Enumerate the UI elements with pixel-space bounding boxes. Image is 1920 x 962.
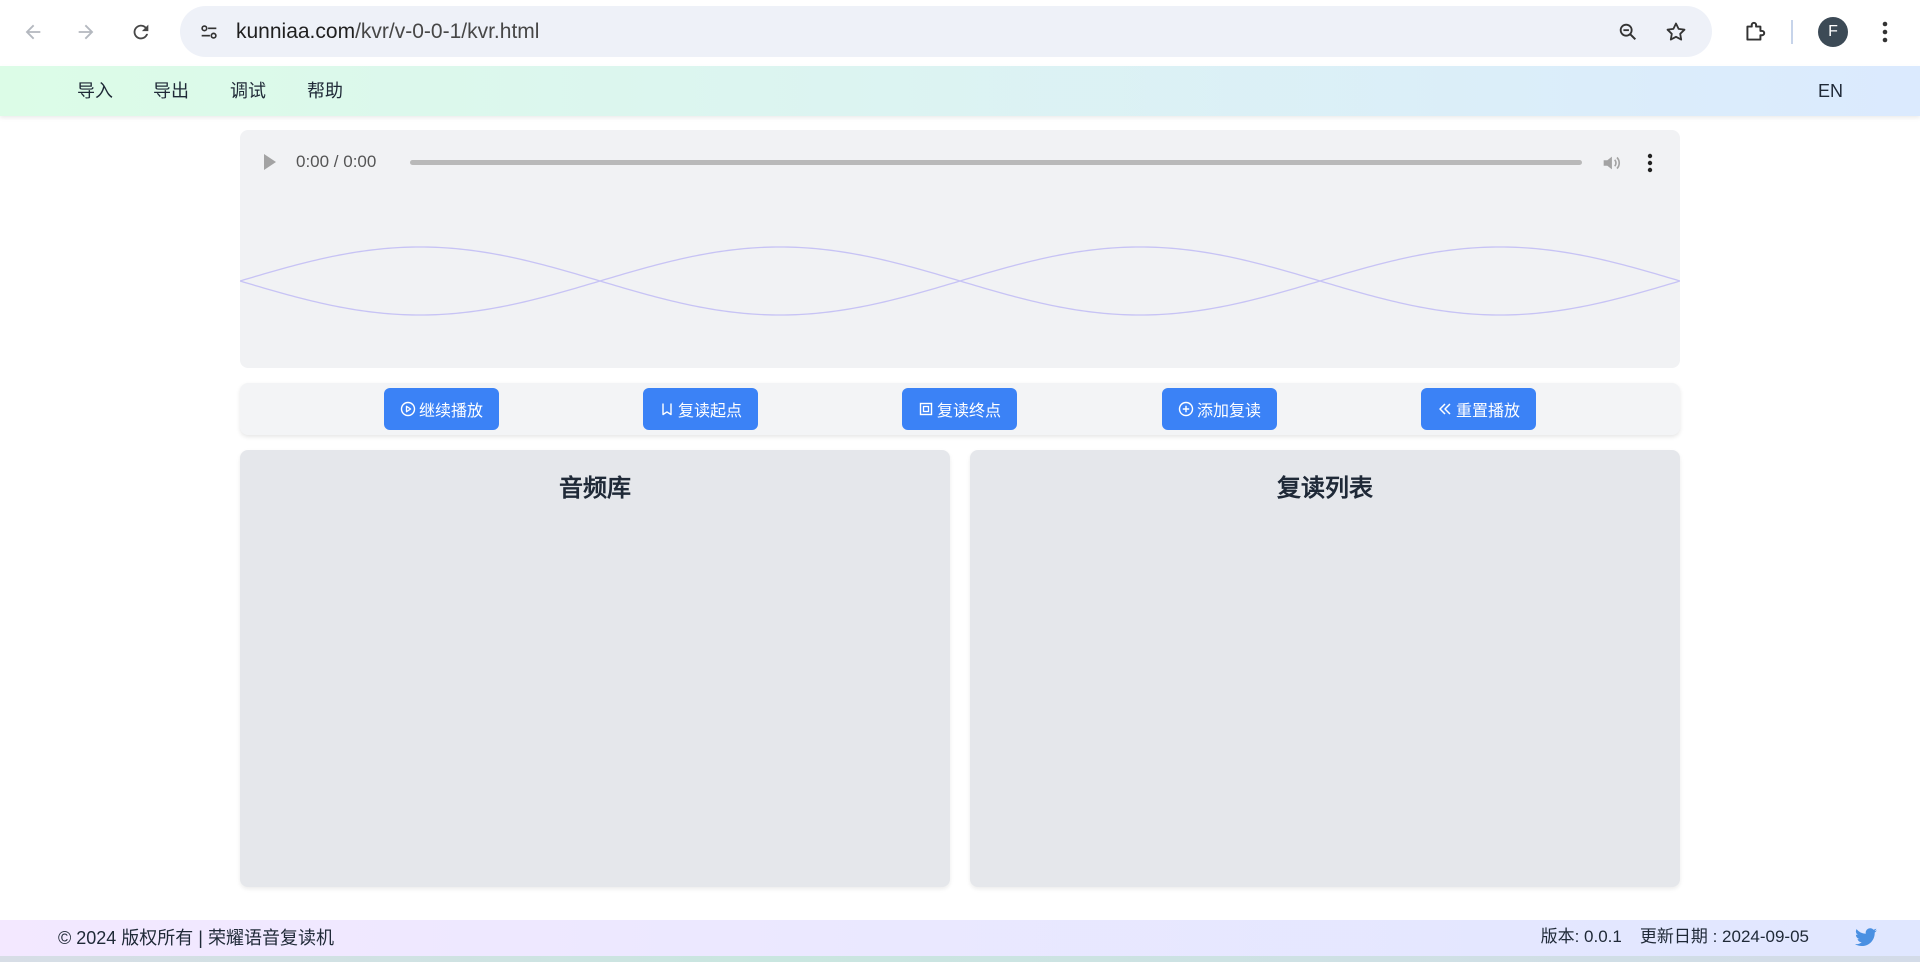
url-text[interactable]: kunniaa.com/kvr/v-0-0-1/kvr.html	[236, 6, 539, 57]
site-settings-icon[interactable]	[196, 19, 222, 45]
update-date-text: 更新日期 : 2024-09-05	[1639, 927, 1809, 946]
audio-library-panel: 音频库	[240, 450, 950, 887]
url-path: /kvr/v-0-0-1/kvr.html	[355, 20, 540, 43]
menu-export[interactable]: 导出	[153, 66, 189, 116]
reload-button[interactable]	[122, 13, 160, 51]
taskbar-strip	[0, 956, 1920, 962]
repeat-start-label: 复读起点	[677, 403, 742, 420]
browser-menu-button[interactable]	[1870, 13, 1900, 51]
repeat-start-button[interactable]: 复读起点	[643, 388, 758, 430]
rewind-icon	[1439, 403, 1451, 415]
add-repeat-button[interactable]: 添加复读	[1162, 388, 1277, 430]
repeat-list-title: 复读列表	[1277, 475, 1373, 502]
copyright-text: © 2024 版权所有 | 荣耀语音复读机	[58, 928, 334, 948]
page-footer: © 2024 版权所有 | 荣耀语音复读机 版本: 0.0.1 更新日期 : 20…	[0, 920, 1920, 956]
bookmark-star-icon[interactable]	[1662, 18, 1690, 46]
toolbar-divider	[1791, 20, 1793, 44]
app-menubar: 导入 导出 调试 帮助 EN	[0, 66, 1920, 116]
twitter-icon[interactable]	[1854, 928, 1878, 948]
profile-avatar[interactable]: F	[1818, 17, 1848, 47]
stop-square-icon	[919, 402, 933, 416]
version-text: 版本: 0.0.1	[1540, 927, 1622, 946]
audio-library-title: 音频库	[559, 475, 631, 502]
back-button[interactable]	[14, 13, 52, 51]
reset-play-label: 重置播放	[1455, 403, 1520, 420]
extensions-icon	[1746, 21, 1766, 41]
repeat-end-label: 复读终点	[936, 403, 1001, 420]
repeat-end-button[interactable]: 复读终点	[902, 388, 1017, 430]
footer-meta: 版本: 0.0.1 更新日期 : 2024-09-05	[1541, 920, 1809, 954]
forward-arrow-icon	[78, 24, 94, 40]
menu-help[interactable]: 帮助	[307, 66, 343, 116]
extensions-button[interactable]	[1736, 13, 1774, 51]
url-host: kunniaa.com	[236, 20, 356, 43]
menu-import[interactable]: 导入	[77, 66, 113, 116]
continue-play-button[interactable]: 继续播放	[384, 388, 499, 430]
zoom-icon[interactable]	[1614, 18, 1642, 46]
player-panel: 0:00 / 0:00	[240, 130, 1680, 368]
menu-debug[interactable]: 调试	[230, 66, 266, 116]
language-toggle[interactable]: EN	[1818, 66, 1843, 116]
browser-toolbar: kunniaa.com/kvr/v-0-0-1/kvr.html F	[0, 0, 1920, 66]
bookmark-start-icon	[662, 403, 672, 416]
forward-button[interactable]	[67, 13, 105, 51]
plus-circle-icon	[1178, 401, 1194, 417]
reset-play-button[interactable]: 重置播放	[1421, 388, 1536, 430]
play-circle-icon	[400, 401, 416, 417]
reload-icon	[133, 24, 149, 40]
control-bar: 继续播放 复读起点 复读终点 添加复读 重置播放	[240, 383, 1680, 435]
waveform	[240, 246, 1680, 316]
add-repeat-label: 添加复读	[1196, 403, 1261, 420]
continue-play-label: 继续播放	[418, 403, 483, 420]
repeat-list-panel: 复读列表	[970, 450, 1680, 887]
kebab-menu-icon	[1882, 21, 1888, 43]
address-bar[interactable]: kunniaa.com/kvr/v-0-0-1/kvr.html	[180, 6, 1712, 57]
back-arrow-icon	[25, 24, 41, 40]
